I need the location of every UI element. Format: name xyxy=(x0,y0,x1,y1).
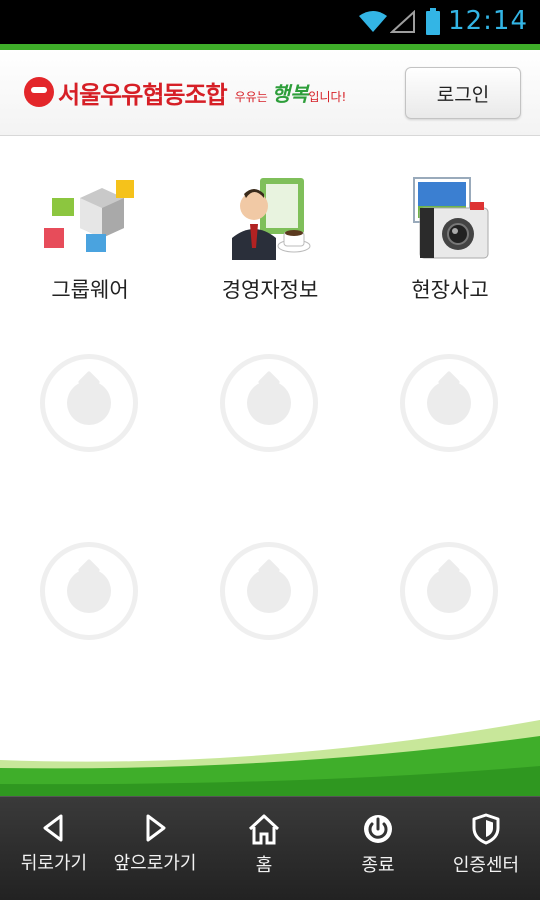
login-button[interactable]: 로그인 xyxy=(405,67,521,119)
placeholder-drop-icon xyxy=(67,569,111,613)
brand-name: 서울우유협동조합 xyxy=(58,80,228,109)
app-groupware[interactable]: 그룹웨어 xyxy=(15,176,165,304)
groupware-cubes-icon xyxy=(44,180,134,252)
app-executive-info[interactable]: 경영자정보 xyxy=(195,176,345,304)
nav-back-button[interactable]: 뒤로가기 xyxy=(0,797,108,901)
signal-icon xyxy=(390,10,415,33)
slogan-happy: 행복 xyxy=(271,81,309,106)
slogan-prefix: 우유는 xyxy=(234,89,268,104)
shield-icon xyxy=(472,813,500,845)
brand-logo: 서울우유협동조합 우유는 행복입니다! xyxy=(24,74,346,110)
empty-app-slot xyxy=(40,542,138,640)
back-arrow-icon xyxy=(43,814,63,842)
nav-label: 종료 xyxy=(361,855,395,876)
nav-exit-button[interactable]: 종료 xyxy=(324,797,432,901)
slogan-suffix: 입니다! xyxy=(308,89,347,104)
green-wave-decoration xyxy=(0,720,540,796)
placeholder-drop-icon xyxy=(427,569,471,613)
bottom-nav: 뒤로가기 앞으로가기 홈 종료 인증센터 xyxy=(0,796,540,900)
empty-app-slot xyxy=(220,542,318,640)
nav-label: 뒤로가기 xyxy=(20,853,88,874)
empty-app-slot xyxy=(40,354,138,452)
power-icon xyxy=(364,815,392,843)
nav-auth-center-button[interactable]: 인증센터 xyxy=(432,797,540,901)
field-accident-camera-icon xyxy=(413,177,489,259)
placeholder-drop-icon xyxy=(427,381,471,425)
empty-app-slot xyxy=(220,354,318,452)
placeholder-drop-icon xyxy=(67,381,111,425)
app-label: 그룹웨어 xyxy=(51,278,129,302)
status-clock: 12:14 xyxy=(448,6,528,36)
app-label: 현장사고 xyxy=(411,278,489,302)
app-field-accident[interactable]: 현장사고 xyxy=(375,176,525,304)
nav-label: 홈 xyxy=(255,855,273,876)
placeholder-drop-icon xyxy=(247,381,291,425)
status-bar: 12:14 xyxy=(0,0,540,44)
home-icon xyxy=(248,814,280,845)
forward-arrow-icon xyxy=(146,814,166,842)
empty-app-slot xyxy=(400,542,498,640)
nav-forward-button[interactable]: 앞으로가기 xyxy=(100,797,210,901)
empty-app-slot xyxy=(400,354,498,452)
executive-info-icon xyxy=(232,178,311,260)
nav-label: 앞으로가기 xyxy=(113,853,197,874)
milk-drop-logo-icon xyxy=(24,77,54,107)
nav-home-button[interactable]: 홈 xyxy=(210,797,318,901)
nav-label: 인증센터 xyxy=(452,855,520,876)
battery-icon xyxy=(426,8,440,35)
brand-slogan: 우유는 행복입니다! xyxy=(235,78,347,107)
app-label: 경영자정보 xyxy=(221,278,319,302)
placeholder-drop-icon xyxy=(247,569,291,613)
wifi-icon xyxy=(359,11,387,32)
